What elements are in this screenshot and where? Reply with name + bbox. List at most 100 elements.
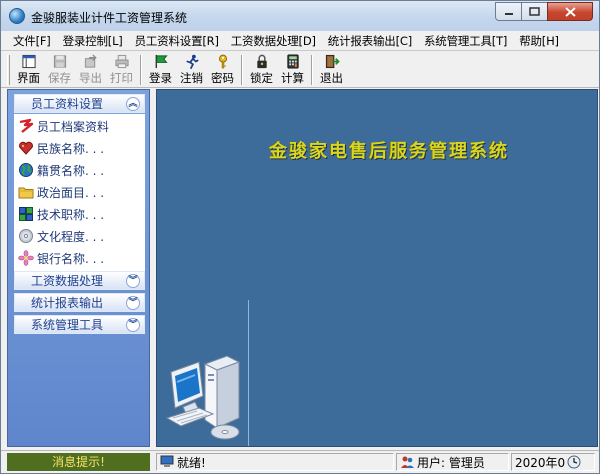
toolbar-login-label: 登录 (149, 71, 172, 85)
chevron-down-icon[interactable]: ︾ (126, 295, 140, 310)
status-user-text: 用户: 管理员 (417, 455, 485, 470)
status-ready-text: 就绪! (177, 455, 206, 470)
toolbar-password-button[interactable]: 密码 (207, 52, 238, 86)
sidebar: 员工资料设置 ︽ 员工档案资料 民族名称. . . 籍贯名称. . . 政治面目… (7, 89, 150, 447)
group-system-tools-label: 系统管理工具 (31, 318, 104, 332)
key-icon (218, 54, 227, 69)
maximize-button[interactable] (521, 2, 548, 21)
sidebar-item-staff-file[interactable]: 员工档案资料 (18, 116, 109, 136)
sidebar-item-ethnicity[interactable]: 民族名称. . . (18, 138, 104, 158)
runner-icon (185, 54, 198, 69)
sidebar-item-label: 银行名称. . . (37, 251, 105, 266)
print-icon (114, 54, 129, 69)
window-icon (21, 54, 36, 69)
globe-icon (19, 163, 33, 177)
chevron-down-icon[interactable]: ︾ (126, 317, 140, 332)
toolbar-grip[interactable] (7, 55, 10, 85)
toolbar-export-label: 导出 (79, 71, 102, 85)
toolbar-window-button[interactable]: 界面 (13, 52, 44, 86)
computer-icon (165, 355, 241, 440)
menu-file[interactable]: 文件[F] (7, 33, 57, 49)
menu-bar: 文件[F] 登录控制[L] 员工资料设置[R] 工资数据处理[D] 统计报表输出… (1, 31, 599, 51)
sidebar-item-political-status[interactable]: 政治面目. . . (18, 182, 104, 202)
group-report-output[interactable]: 统计报表输出 ︾ (14, 293, 145, 312)
main-panel: 金骏家电售后服务管理系统 (156, 89, 598, 447)
window-controls (495, 2, 593, 22)
sidebar-item-label: 政治面目. . . (37, 185, 105, 200)
calculator-icon (286, 54, 299, 69)
toolbar-save-button[interactable]: 保存 (44, 52, 75, 86)
exit-icon (325, 54, 340, 69)
sidebar-item-label: 民族名称. . . (37, 141, 105, 156)
menu-help[interactable]: 帮助[H] (513, 33, 565, 49)
chevron-down-icon[interactable]: ︾ (126, 273, 140, 288)
group-report-output-label: 统计报表输出 (31, 296, 104, 310)
heart-icon (19, 141, 33, 155)
minimize-button[interactable] (495, 2, 522, 21)
close-icon (564, 6, 576, 17)
group-wage-processing[interactable]: 工资数据处理 ︾ (14, 271, 145, 290)
group-wage-processing-label: 工资数据处理 (31, 274, 104, 288)
status-user: 用户: 管理员 (396, 453, 509, 471)
export-icon (84, 54, 97, 68)
menu-system-tools[interactable]: 系统管理工具[T] (418, 33, 513, 49)
group-staff-settings[interactable]: 员工资料设置 ︽ (14, 94, 145, 113)
toolbar: 界面 保存 导出 打印 登录 注销 密码 锁定 计算 退出 (1, 52, 599, 88)
close-button[interactable] (547, 2, 593, 21)
toolbar-print-label: 打印 (110, 71, 133, 85)
toolbar-logout-label: 注销 (180, 71, 203, 85)
message-panel: 消息提示! (7, 453, 150, 471)
blocks-icon (19, 207, 33, 221)
save-icon (53, 55, 66, 68)
menu-staff-settings[interactable]: 员工资料设置[R] (129, 33, 225, 49)
system-banner: 金骏家电售后服务管理系统 (269, 141, 509, 162)
sidebar-item-label: 文化程度. . . (37, 229, 105, 244)
computer-small-icon (160, 455, 174, 467)
toolbar-separator (241, 55, 243, 85)
window-title: 金骏服装业计件工资管理系统 (31, 11, 188, 25)
app-icon (9, 8, 25, 24)
minimize-icon (504, 12, 513, 15)
title-bar: 金骏服装业计件工资管理系统 (1, 1, 599, 31)
toolbar-calculate-button[interactable]: 计算 (277, 52, 308, 86)
toolbar-logout-button[interactable]: 注销 (176, 52, 207, 86)
flower-icon (18, 250, 34, 266)
toolbar-password-label: 密码 (211, 71, 234, 85)
toolbar-export-button[interactable]: 导出 (75, 52, 106, 86)
clock-icon (567, 455, 581, 469)
toolbar-print-button[interactable]: 打印 (106, 52, 137, 86)
chevron-up-icon[interactable]: ︽ (126, 96, 140, 111)
sidebar-item-tech-title[interactable]: 技术职称. . . (18, 204, 104, 224)
status-date-text: 2020年0 (515, 455, 566, 470)
toolbar-separator (311, 55, 313, 85)
flag-icon (155, 54, 168, 69)
status-bar: 消息提示! 就绪! 用户: 管理员 2020年0 (1, 450, 599, 473)
sidebar-item-bank[interactable]: 银行名称. . . (18, 248, 104, 268)
status-date: 2020年0 (511, 453, 595, 471)
sidebar-item-education[interactable]: 文化程度. . . (18, 226, 104, 246)
menu-report-output[interactable]: 统计报表输出[C] (322, 33, 418, 49)
toolbar-lock-label: 锁定 (250, 71, 273, 85)
staff-settings-panel: 员工档案资料 民族名称. . . 籍贯名称. . . 政治面目. . . 技术职… (14, 114, 145, 271)
toolbar-calculate-label: 计算 (281, 71, 304, 85)
sidebar-item-label: 籍贯名称. . . (37, 163, 105, 178)
lock-icon (256, 54, 267, 69)
sidebar-item-label: 员工档案资料 (37, 119, 110, 134)
group-staff-settings-label: 员工资料设置 (31, 97, 104, 111)
menu-wage-processing[interactable]: 工资数据处理[D] (225, 33, 322, 49)
toolbar-exit-button[interactable]: 退出 (316, 52, 347, 86)
staff-file-icon (19, 118, 34, 133)
toolbar-login-button[interactable]: 登录 (145, 52, 176, 86)
app-window: 金骏服装业计件工资管理系统 文件[F] 登录控制[L] 员工资料设置[R] 工资… (0, 0, 600, 474)
maximize-icon (529, 7, 540, 16)
group-system-tools[interactable]: 系统管理工具 ︾ (14, 315, 145, 334)
menu-login-control[interactable]: 登录控制[L] (57, 33, 129, 49)
toolbar-exit-label: 退出 (320, 71, 343, 85)
users-icon (401, 456, 414, 468)
sidebar-item-hometown[interactable]: 籍贯名称. . . (18, 160, 104, 180)
toolbar-window-label: 界面 (17, 71, 40, 85)
folder-icon (18, 187, 34, 199)
toolbar-save-label: 保存 (48, 71, 71, 85)
toolbar-separator (140, 55, 142, 85)
toolbar-lock-button[interactable]: 锁定 (246, 52, 277, 86)
